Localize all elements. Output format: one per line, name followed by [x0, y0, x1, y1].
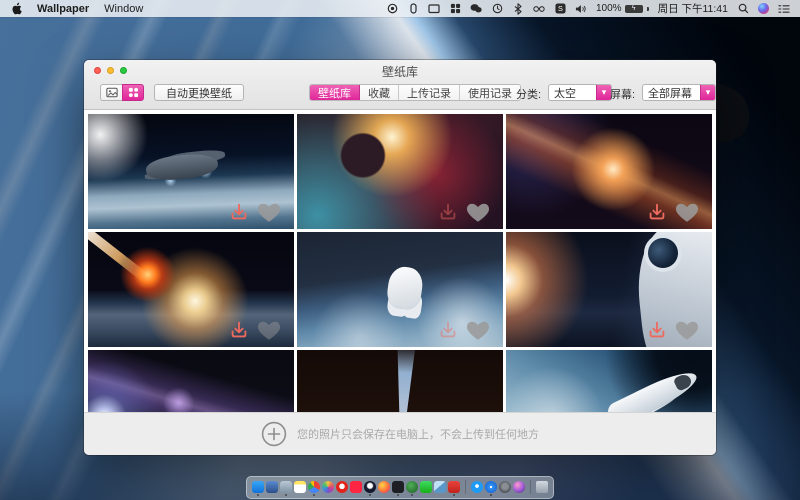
dock-divider	[530, 480, 531, 494]
wallpaper-thumbnail[interactable]	[297, 350, 503, 412]
dock-icon-appcleaner[interactable]	[406, 481, 418, 493]
single-image-view-button[interactable]	[100, 84, 122, 101]
dock-icon-photos[interactable]	[322, 481, 334, 493]
image-icon	[106, 87, 118, 99]
dock-icon-appstore[interactable]	[471, 481, 483, 493]
category-label: 分类:	[516, 86, 541, 102]
dock-icon-terminal[interactable]	[392, 481, 404, 493]
category-select[interactable]: 太空 ▾	[548, 84, 612, 101]
download-icon[interactable]	[646, 201, 668, 223]
dock-icon-finder[interactable]	[252, 481, 264, 493]
heart-icon[interactable]	[465, 199, 491, 225]
chevron-down-icon: ▾	[596, 85, 611, 100]
desktop: Wallpaper Window S 100% ϟ 周日 下午11:41	[0, 0, 800, 500]
heart-icon[interactable]	[465, 317, 491, 343]
dock-icon-qq[interactable]	[364, 481, 376, 493]
tab-wallpaper-library[interactable]: 壁纸库	[310, 85, 360, 100]
tab-usage-history[interactable]: 使用记录	[460, 85, 520, 100]
menu-clock[interactable]: 周日 下午11:41	[658, 1, 728, 16]
window-footer: 您的照片只会保存在电脑上，不会上传到任何地方	[84, 412, 716, 455]
grid-icon	[127, 87, 139, 99]
tab-bar: 壁纸库 收藏 上传记录 使用记录	[309, 84, 521, 101]
dock-icon-jd[interactable]	[336, 481, 348, 493]
wallpaper-thumbnail[interactable]	[88, 114, 294, 229]
time-machine-icon[interactable]	[491, 3, 503, 15]
volume-icon[interactable]	[575, 3, 587, 15]
dock	[246, 476, 554, 499]
dock-icon-safari[interactable]	[485, 481, 497, 493]
download-icon[interactable]	[228, 319, 250, 341]
wallpaper-grid	[84, 110, 716, 412]
screen-value: 全部屏幕	[643, 85, 700, 100]
auto-change-wallpaper-button[interactable]: 自动更换壁纸	[154, 84, 244, 101]
toolbar: 自动更换壁纸 壁纸库 收藏 上传记录 使用记录 分类: 太空 ▾ 屏幕: 全部屏…	[96, 84, 704, 104]
heart-icon[interactable]	[674, 317, 700, 343]
vpn-icon[interactable]	[533, 3, 545, 15]
window-header: 壁纸库 自动更换壁纸 壁纸库 收藏 上传记录 使用记录	[84, 60, 716, 110]
screen-select[interactable]: 全部屏幕 ▾	[642, 84, 716, 101]
window-title: 壁纸库	[84, 63, 716, 80]
add-photo-button[interactable]	[261, 421, 287, 447]
wallpaper-thumbnail[interactable]	[297, 232, 503, 347]
heart-icon[interactable]	[256, 199, 282, 225]
apple-menu-icon[interactable]	[10, 3, 22, 15]
wallpaper-thumbnail[interactable]	[297, 114, 503, 229]
battery-icon: ϟ	[625, 5, 643, 13]
dock-icon-trash[interactable]	[536, 481, 548, 493]
wechat-status-icon[interactable]	[470, 3, 482, 15]
wallpaper-thumbnail[interactable]	[88, 350, 294, 412]
menu-window[interactable]: Window	[104, 3, 143, 15]
dock-icon-preview[interactable]	[434, 481, 446, 493]
menu-bar: Wallpaper Window S 100% ϟ 周日 下午11:41	[0, 0, 800, 17]
gallery-content	[84, 110, 716, 412]
screen-record-icon[interactable]	[386, 3, 398, 15]
view-mode-segment	[100, 84, 144, 101]
privacy-note: 您的照片只会保存在电脑上，不会上传到任何地方	[297, 426, 539, 442]
wallpaper-thumbnail[interactable]	[506, 350, 712, 412]
dock-icon-screenshot[interactable]	[280, 481, 292, 493]
dock-icon-launchpad[interactable]	[266, 481, 278, 493]
dock-icon-siri[interactable]	[513, 481, 525, 493]
heart-icon[interactable]	[256, 317, 282, 343]
menu-app-name[interactable]: Wallpaper	[37, 3, 89, 15]
category-value: 太空	[549, 85, 596, 100]
download-icon[interactable]	[646, 319, 668, 341]
battery-percent: 100%	[596, 3, 622, 14]
heart-icon[interactable]	[674, 199, 700, 225]
dock-icon-system-preferences[interactable]	[499, 481, 511, 493]
shadowsocks-icon[interactable]: S	[554, 3, 566, 15]
lock-pill-icon[interactable]	[407, 3, 419, 15]
download-icon[interactable]	[437, 201, 459, 223]
spotlight-icon[interactable]	[737, 3, 749, 15]
wallpaper-thumbnail[interactable]	[506, 232, 712, 347]
dock-icon-chrome[interactable]	[308, 481, 320, 493]
bluetooth-icon[interactable]	[512, 3, 524, 15]
display-icon[interactable]	[428, 3, 440, 15]
screen-label: 屏幕:	[610, 86, 635, 102]
dock-divider	[465, 480, 466, 494]
siri-icon[interactable]	[758, 3, 769, 14]
wallpaper-thumbnail[interactable]	[88, 232, 294, 347]
download-icon[interactable]	[228, 201, 250, 223]
dock-icon-notes[interactable]	[294, 481, 306, 493]
tab-favorites[interactable]: 收藏	[360, 85, 399, 100]
grid-view-button[interactable]	[122, 84, 144, 101]
svg-text:S: S	[558, 4, 563, 13]
dock-icon-red-note[interactable]	[350, 481, 362, 493]
dock-icon-wechat[interactable]	[420, 481, 432, 493]
chevron-down-icon: ▾	[700, 85, 715, 100]
tab-upload-history[interactable]: 上传记录	[399, 85, 460, 100]
wallpaper-thumbnail[interactable]	[506, 114, 712, 229]
dock-icon-firefox[interactable]	[378, 481, 390, 493]
keyboard-grid-icon[interactable]	[449, 3, 461, 15]
battery-indicator[interactable]: 100% ϟ	[596, 3, 649, 14]
wallpaper-app-window: 壁纸库 自动更换壁纸 壁纸库 收藏 上传记录 使用记录	[84, 60, 716, 455]
dock-icon-books[interactable]	[448, 481, 460, 493]
download-icon[interactable]	[437, 319, 459, 341]
notification-center-icon[interactable]	[778, 3, 790, 15]
